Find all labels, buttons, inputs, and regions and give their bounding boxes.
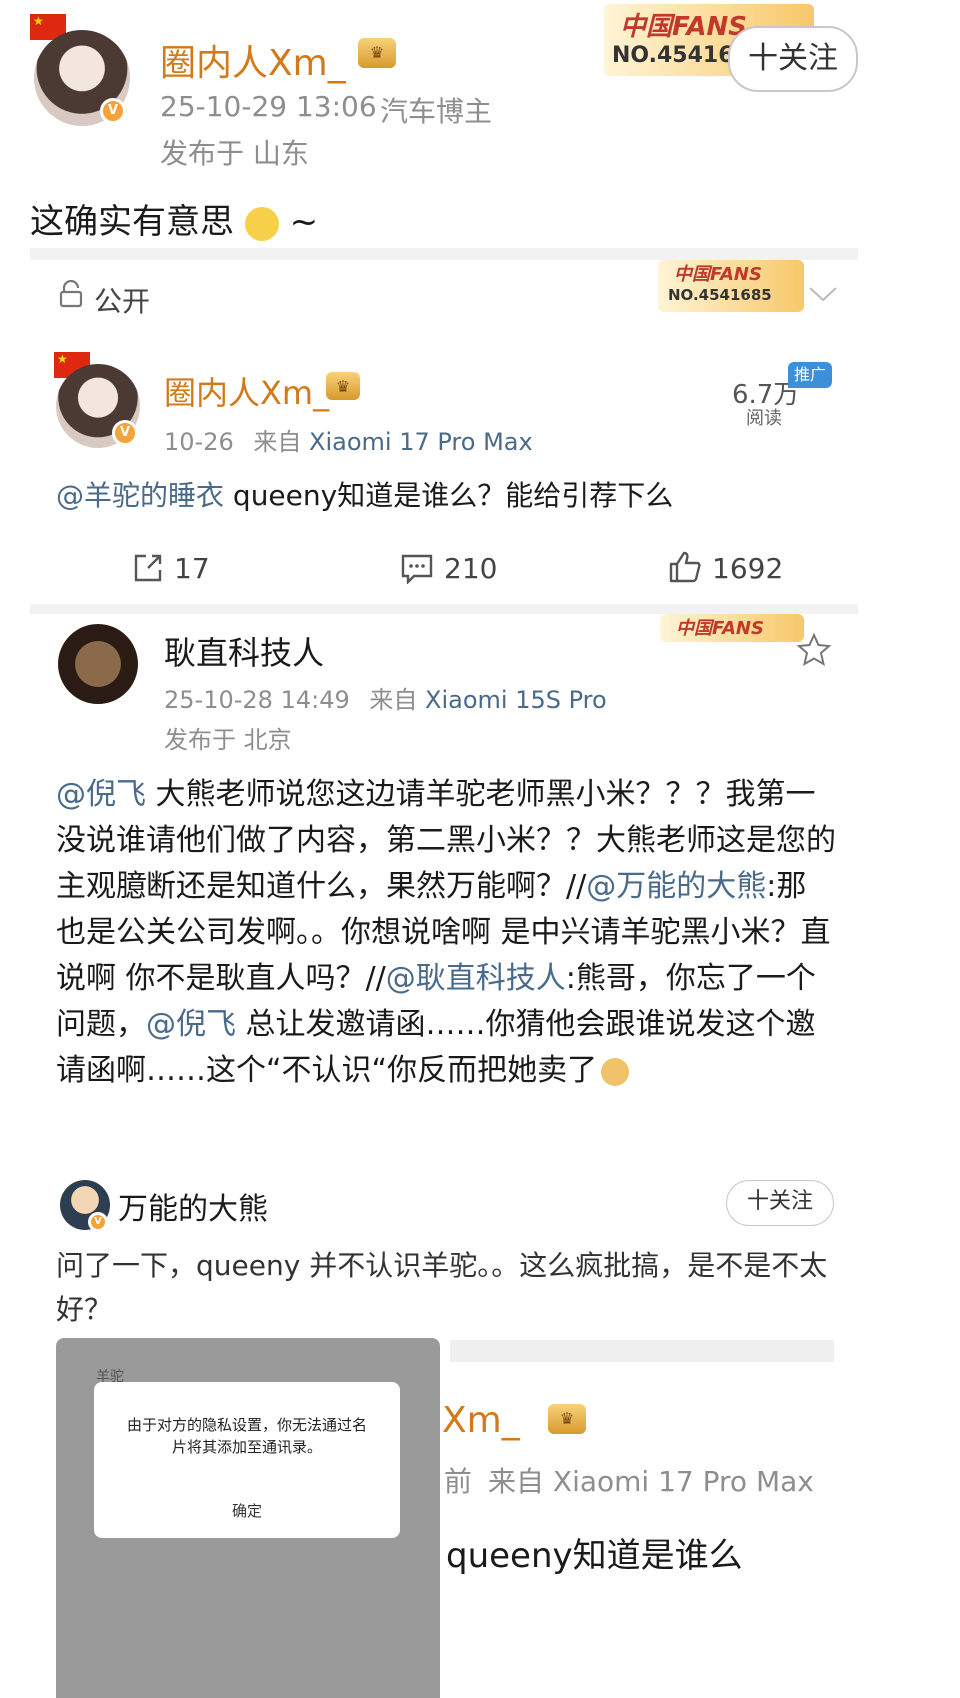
section-divider [30, 604, 858, 614]
lock-icon [58, 279, 84, 308]
follow-button[interactable]: 十关注 [728, 26, 858, 92]
peek-source: 来自 Xiaomi 17 Pro Max [488, 1465, 814, 1498]
thinking-emoji-icon [244, 206, 279, 241]
repost-icon[interactable] [132, 552, 164, 584]
crown-badge-icon: ♛ [548, 1404, 586, 1434]
fans-medal-partial: 中国FANS [660, 614, 804, 642]
like-count[interactable]: 1692 [712, 552, 783, 585]
reply-meta: 25-10-28 14:49 来自 Xiaomi 15S Pro [164, 680, 607, 715]
embedded-username[interactable]: 万能的大熊 [118, 1184, 268, 1228]
post-location: 发布于 山东 [160, 137, 309, 170]
mention-link[interactable]: @羊驼的睡衣 [56, 479, 224, 512]
comment-icon[interactable] [400, 552, 434, 585]
source-device[interactable]: Xiaomi 15S Pro [425, 686, 607, 714]
peek-bar [450, 1340, 834, 1362]
crown-badge-icon: ♛ [358, 38, 396, 68]
crown-badge-icon: ♛ [326, 372, 360, 400]
reply-location: 发布于 北京 [164, 726, 292, 754]
fans-number-small: NO.4541685 [668, 286, 772, 304]
chevron-down-icon[interactable] [808, 284, 838, 304]
peek-meta-prefix: 前 [444, 1465, 473, 1498]
source-prefix: 来自 [253, 428, 302, 456]
quoted-meta: 10-26 来自 Xiaomi 17 Pro Max [164, 422, 533, 457]
promo-tag: 推广 [788, 362, 832, 388]
mention-link[interactable]: @倪飞 [146, 1007, 236, 1042]
avatar[interactable] [58, 624, 138, 704]
quoted-text: @羊驼的睡衣 queeny知道是谁么？能给引荐下么 [56, 474, 673, 514]
mention-link[interactable]: @万能的大熊 [586, 869, 766, 904]
reply-date: 25-10-28 14:49 [164, 686, 350, 714]
follow-button[interactable]: 十关注 [726, 1180, 834, 1226]
fans-title-small: 中国FANS [674, 264, 762, 285]
reply-username[interactable]: 耿直科技人 [164, 628, 324, 674]
post-timestamp: 25-10-29 13:06 [160, 90, 377, 123]
verified-badge-icon: V [112, 420, 138, 446]
privacy-dialog: 由于对方的隐私设置，你无法通过名片将其添加至通讯录。 确定 [94, 1382, 400, 1538]
read-label: 阅读 [746, 408, 782, 429]
quoted-date: 10-26 [164, 428, 234, 456]
fans-medal-small: 中国FANS NO.4541685 [658, 260, 804, 312]
reply-text: @倪飞 大熊老师说您这边请羊驼老师黑小米？？？我第一没说谁请他们做了内容，第二黑… [56, 772, 836, 1094]
peek-username: Xm_ [442, 1400, 520, 1441]
username[interactable]: 圈内人Xm_ [160, 34, 346, 86]
peek-text: queeny知道是谁么 [446, 1536, 743, 1576]
comment-count[interactable]: 210 [444, 552, 497, 585]
source-prefix: 来自 [369, 686, 418, 714]
post-text-suffix: ~ [289, 202, 319, 242]
verified-badge-icon: V [88, 1212, 108, 1232]
visibility-label[interactable]: 公开 [94, 280, 150, 320]
mention-link[interactable]: @倪飞 [56, 777, 146, 812]
star-icon[interactable] [796, 632, 832, 668]
source-device[interactable]: Xiaomi 17 Pro Max [309, 428, 533, 456]
post-text-content: 这确实有意思 [30, 202, 234, 242]
author-role: 汽车博主 [380, 95, 493, 128]
dialog-message: 由于对方的隐私设置，你无法通过名片将其添加至通讯录。 [126, 1416, 367, 1456]
dialog-confirm-button[interactable]: 确定 [94, 1500, 400, 1521]
embedded-screenshot: 羊驼 由于对方的隐私设置，你无法通过名片将其添加至通讯录。 确定 [56, 1338, 440, 1698]
post-text: 这确实有意思 ~ [30, 194, 318, 243]
fans-title-partial: 中国FANS [676, 618, 764, 639]
section-divider [30, 248, 858, 260]
quoted-username[interactable]: 圈内人Xm_ [164, 368, 329, 414]
mention-link[interactable]: @耿直科技人 [386, 961, 566, 996]
like-icon[interactable] [668, 550, 702, 584]
embedded-text: 问了一下，queeny 并不认识羊驼。。这么疯批搞，是不是不太好？ [56, 1249, 828, 1326]
verified-badge-icon: V [100, 98, 126, 124]
repost-count[interactable]: 17 [174, 552, 210, 585]
doge-emoji-icon [601, 1057, 630, 1086]
quoted-text-content: queeny知道是谁么？能给引荐下么 [224, 479, 674, 512]
